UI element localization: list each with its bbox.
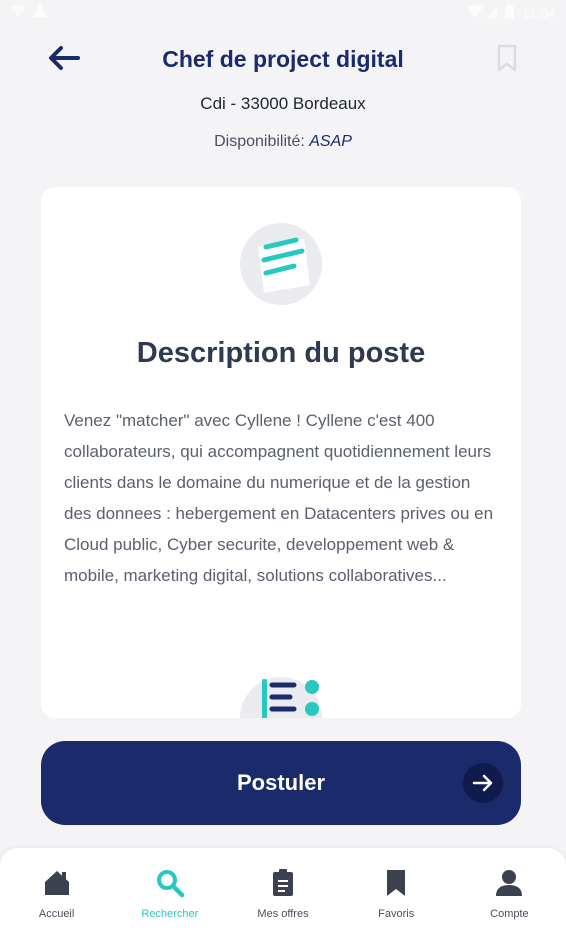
bookmark-icon (381, 868, 411, 898)
wifi-icon (10, 4, 26, 21)
arrow-right-icon (463, 763, 503, 803)
checklist-icon (240, 677, 322, 718)
description-icon (240, 223, 322, 305)
tab-label: Accueil (38, 908, 75, 920)
tab-favoris[interactable]: Favoris (340, 848, 453, 944)
header: Chef de project digital Cdi - 33000 Bord… (0, 26, 566, 186)
battery-icon (505, 4, 514, 22)
clipboard-icon (268, 868, 298, 898)
tab-label: Rechercher (141, 908, 199, 920)
status-right: 11:04 (467, 4, 556, 22)
search-icon (155, 868, 185, 898)
tab-rechercher[interactable]: Rechercher (113, 848, 226, 944)
apply-button[interactable]: Postuler (41, 741, 521, 825)
bottom-tab-bar: Accueil Rechercher Mes offres Favoris Co… (0, 848, 566, 944)
home-icon (42, 868, 72, 898)
description-card[interactable]: Description du poste Venez "matcher" ave… (41, 187, 521, 718)
availability: Disponibilité: ASAP (0, 133, 566, 151)
availability-label: Disponibilité: (214, 133, 310, 150)
user-icon (494, 868, 524, 898)
status-left (10, 4, 48, 21)
page-title: Chef de project digital (162, 46, 404, 72)
warning-icon (32, 4, 48, 21)
tab-label: Mes offres (257, 908, 309, 920)
availability-value: ASAP (309, 133, 352, 150)
status-time: 11:04 (522, 5, 556, 21)
apply-button-label: Postuler (236, 770, 326, 795)
job-contract-location: Cdi - 33000 Bordeaux (200, 94, 366, 113)
card-title: Description du poste (136, 337, 426, 369)
signal-icon (467, 4, 497, 22)
tab-accueil[interactable]: Accueil (0, 848, 113, 944)
bookmark-button[interactable] (492, 42, 522, 78)
status-bar: 11:04 (0, 0, 566, 26)
tab-label: Favoris (378, 908, 415, 920)
bookmark-outline-icon (496, 44, 518, 77)
tab-label: Compte (490, 908, 529, 920)
tab-mes-offres[interactable]: Mes offres (226, 848, 339, 944)
tab-compte[interactable]: Compte (453, 848, 566, 944)
card-description: Venez "matcher" avec Cyllene ! Cyllene c… (64, 411, 494, 585)
